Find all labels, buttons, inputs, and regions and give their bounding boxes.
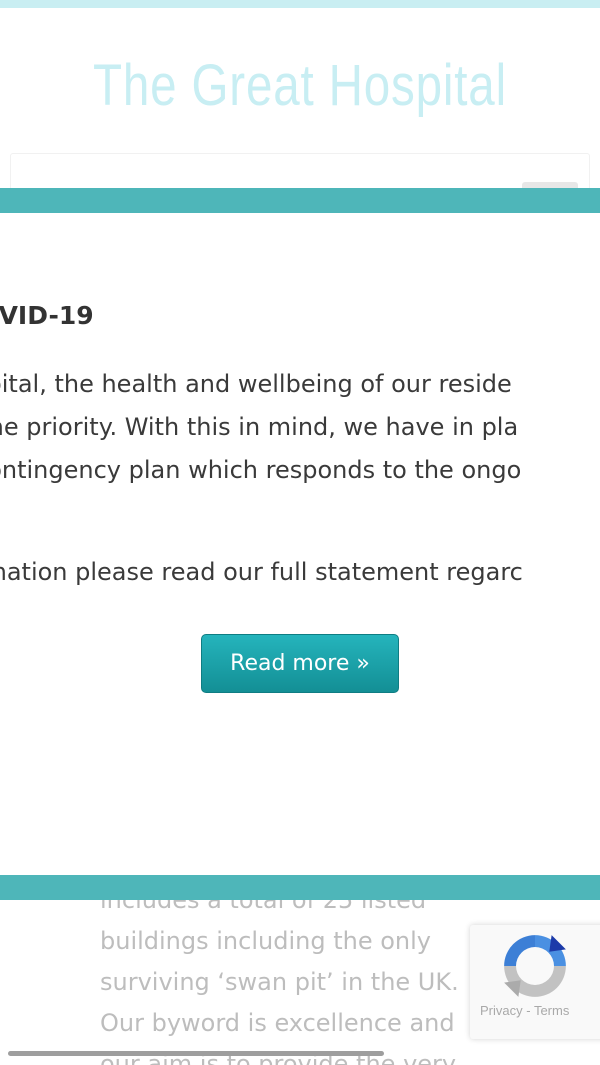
terms-link[interactable]: Terms	[534, 1003, 569, 1018]
site-body-line: buildings including the only	[100, 927, 431, 955]
site-body-line: Our byword is excellence and	[100, 1009, 455, 1037]
site-body-line: surviving ‘swan pit’ in the UK.	[100, 968, 459, 996]
horizontal-scrollbar[interactable]	[8, 1051, 384, 1056]
page: The Great Hospital includes a total of 2…	[0, 0, 600, 1065]
read-more-button[interactable]: Read more »	[201, 634, 399, 693]
modal-body-text: spital, the health and wellbeing of our …	[0, 363, 600, 492]
site-top-bar	[0, 0, 600, 8]
privacy-link[interactable]: Privacy	[480, 1003, 523, 1018]
recaptcha-links: Privacy - Terms	[480, 1003, 569, 1018]
modal-more-info-text: rmation please read our full statement r…	[0, 558, 523, 586]
link-separator: -	[522, 1003, 534, 1018]
modal-heading: OVID-19	[0, 301, 94, 330]
modal-text-line: spital, the health and wellbeing of our …	[0, 370, 512, 398]
modal-text-line: one priority. With this in mind, we have…	[0, 413, 519, 441]
modal-text-line: contingency plan which responds to the o…	[0, 456, 522, 484]
site-title[interactable]: The Great Hospital	[54, 52, 546, 119]
site-body-text: includes a total of 25 listed buildings …	[100, 880, 480, 1065]
recaptcha-badge[interactable]: Privacy - Terms	[470, 925, 600, 1039]
covid-notice-modal: OVID-19 spital, the health and wellbeing…	[0, 188, 600, 900]
recaptcha-icon	[504, 935, 566, 997]
